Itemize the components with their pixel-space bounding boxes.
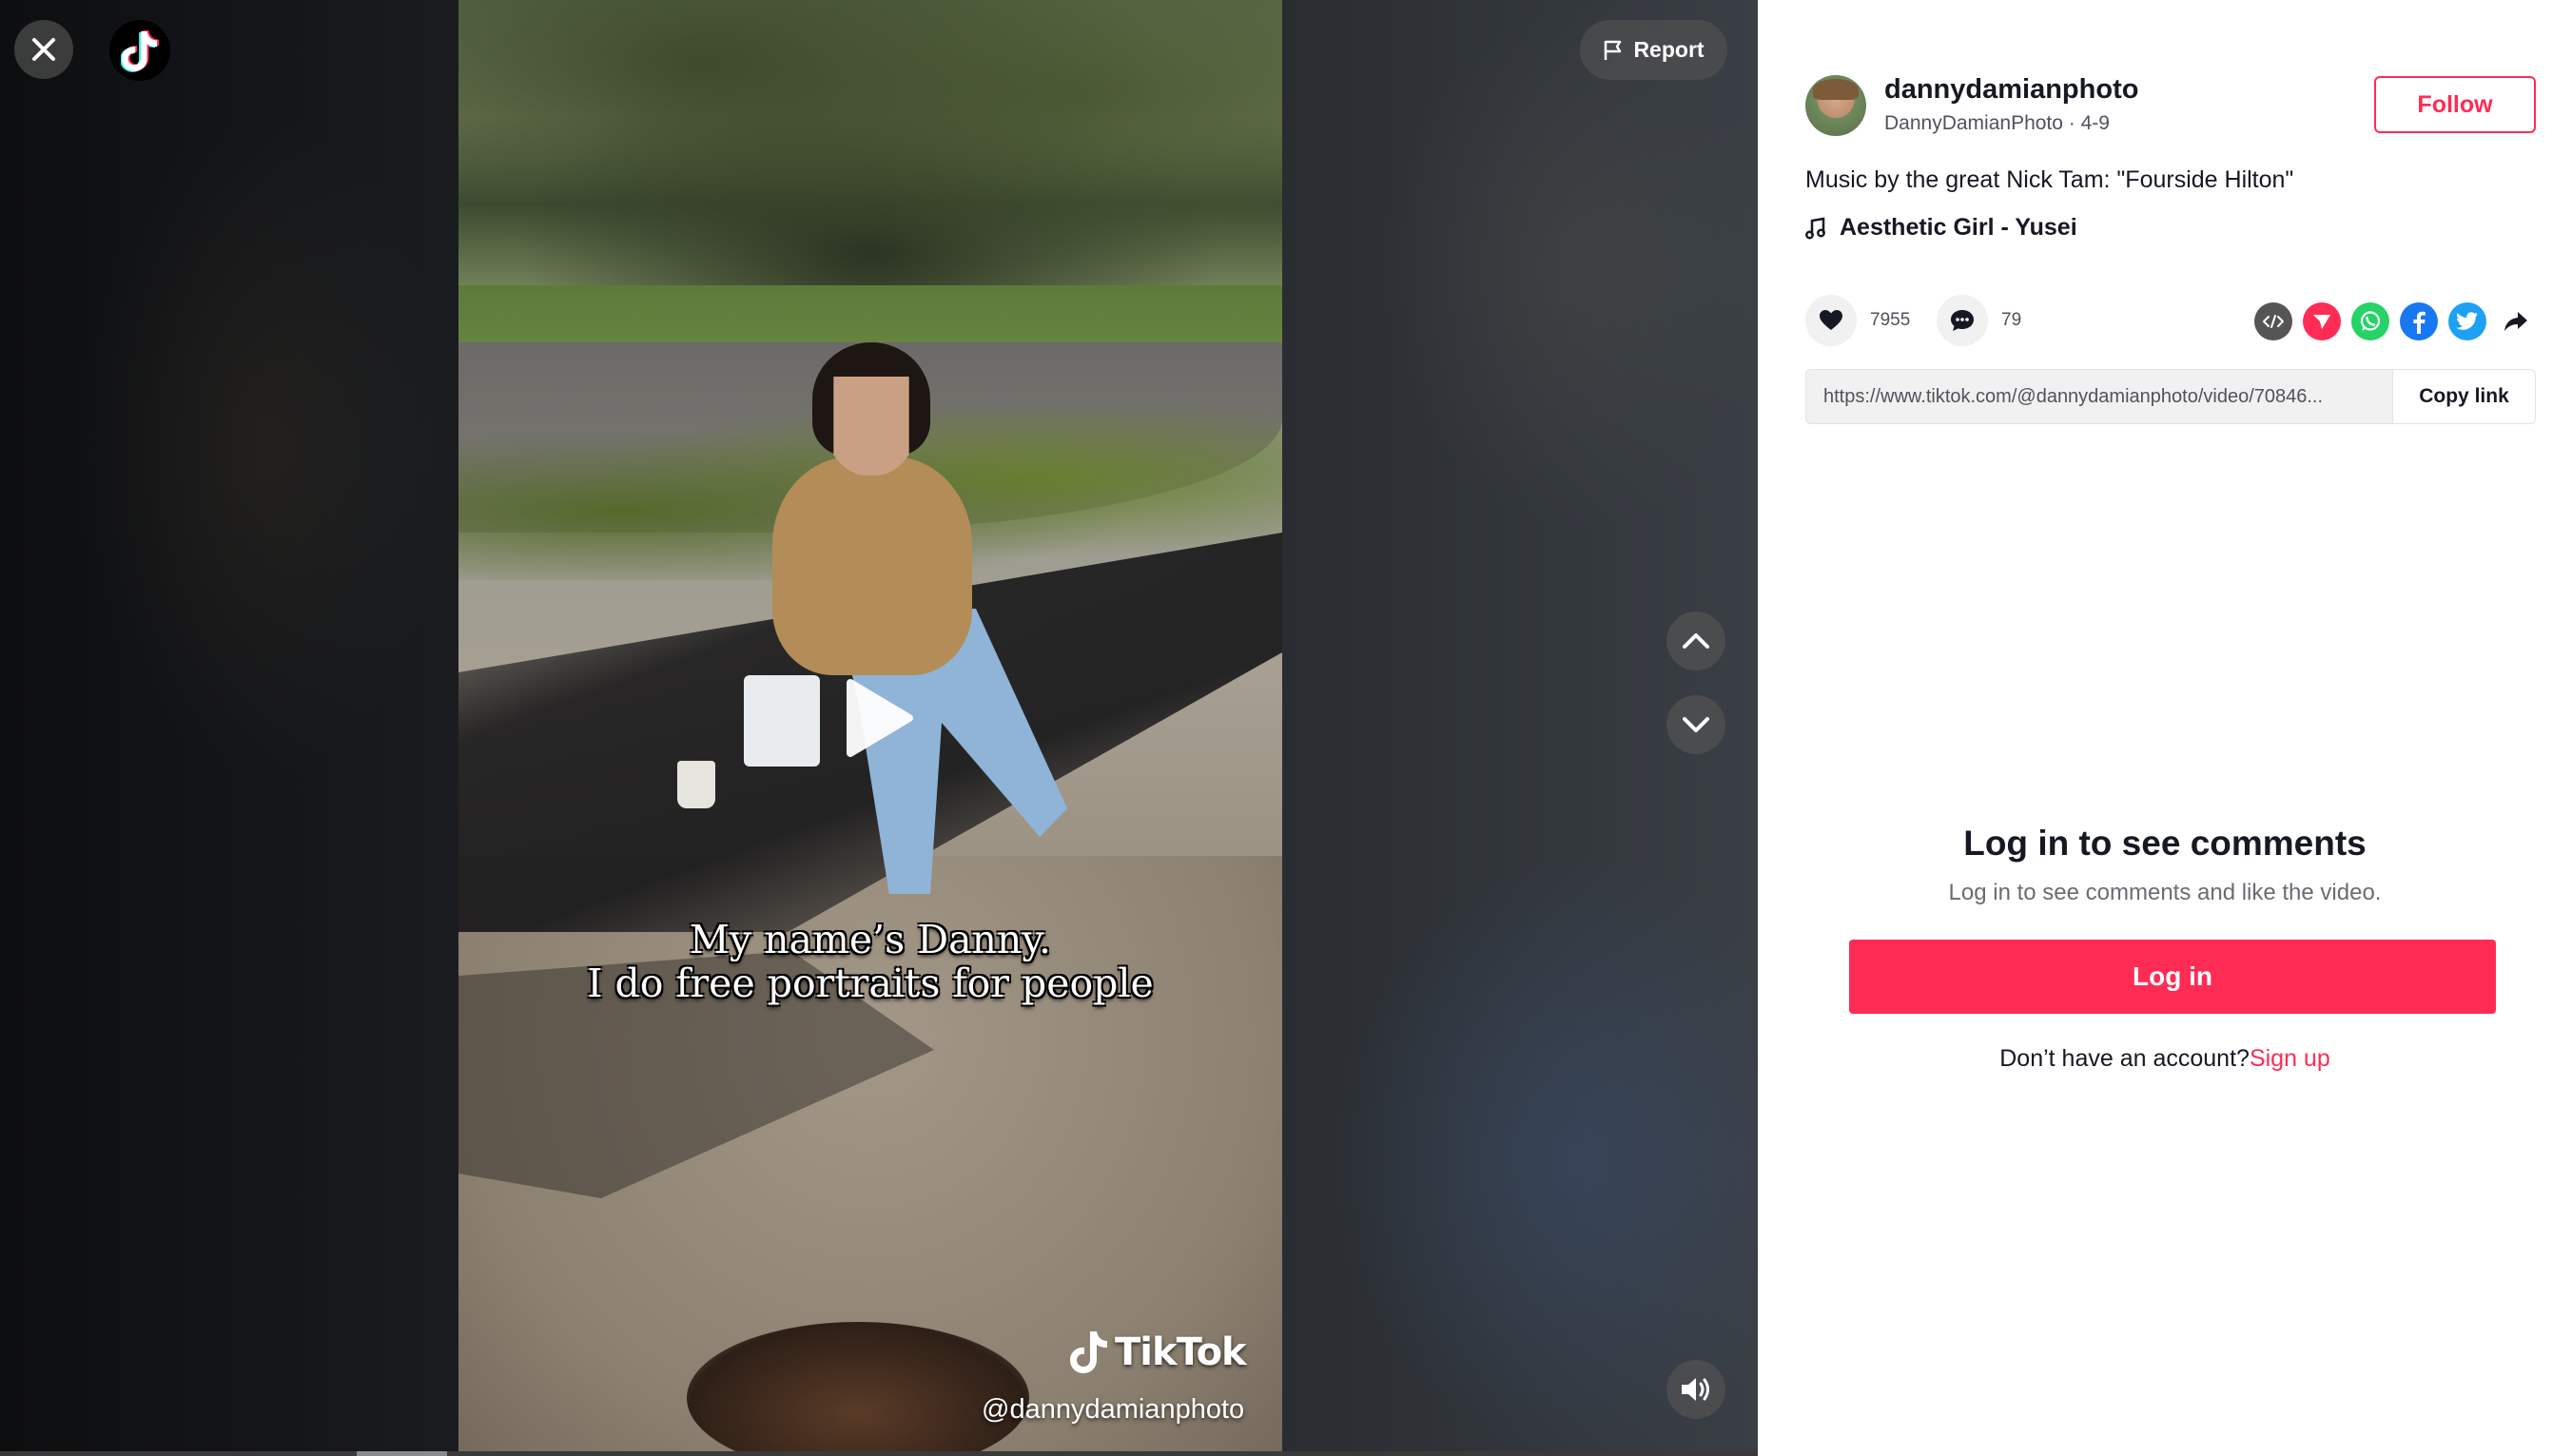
background-blur	[76, 114, 457, 780]
close-icon	[32, 38, 55, 61]
close-button[interactable]	[14, 20, 73, 79]
caption-line: I do free portraits for people	[587, 961, 1154, 1006]
video-scene-cup	[677, 761, 715, 808]
more-share-button[interactable]	[2497, 302, 2535, 340]
report-button[interactable]: Report	[1580, 20, 1727, 80]
avatar-hair	[1813, 79, 1859, 100]
author-subline: DannyDamianPhoto · 4-9	[1884, 112, 2110, 135]
flag-icon	[1605, 40, 1622, 60]
twitter-share-button[interactable]	[2448, 302, 2486, 340]
signup-link[interactable]: Sign up	[2250, 1045, 2330, 1072]
comment-button[interactable]: 79	[1937, 295, 2021, 346]
tiktok-logo-icon	[1070, 1331, 1107, 1373]
chevron-up-icon	[1683, 633, 1709, 649]
heart-icon	[1820, 310, 1842, 330]
embed-button[interactable]	[2254, 302, 2292, 340]
facebook-icon	[2413, 311, 2426, 334]
follow-button[interactable]: Follow	[2374, 76, 2536, 133]
twitter-icon	[2456, 312, 2478, 330]
video-scene-person	[772, 456, 972, 675]
share-link-url[interactable]: https://www.tiktok.com/@dannydamianphoto…	[1806, 370, 2392, 423]
music-note-icon	[1805, 217, 1825, 239]
like-icon-circle	[1805, 295, 1857, 346]
video-scene-bag	[744, 675, 820, 767]
video-info-panel: dannydamianphoto DannyDamianPhoto · 4-9 …	[1758, 0, 2572, 1456]
comment-icon	[1951, 310, 1974, 331]
comments-login-title: Log in to see comments	[1963, 824, 2367, 863]
author-display-name: DannyDamianPhoto	[1884, 112, 2063, 134]
tiktok-home-button[interactable]	[109, 20, 170, 81]
next-video-button[interactable]	[1666, 695, 1725, 754]
video-progress-track[interactable]	[0, 1451, 1758, 1456]
like-count: 7955	[1870, 310, 1911, 330]
signup-prompt: Don’t have an account?Sign up	[1758, 1045, 2572, 1073]
facebook-share-button[interactable]	[2400, 302, 2438, 340]
post-date: 4-9	[2080, 112, 2110, 134]
share-link-box: https://www.tiktok.com/@dannydamianphoto…	[1805, 369, 2536, 424]
background-blur	[1379, 0, 1758, 533]
embed-icon	[2263, 315, 2284, 328]
video-description: Music by the great Nick Tam: "Fourside H…	[1805, 166, 2294, 193]
watermark-brand: TikTok	[1115, 1330, 1247, 1374]
previous-video-button[interactable]	[1666, 612, 1725, 670]
separator-dot: ·	[2068, 112, 2081, 134]
tiktok-watermark: TikTok	[1069, 1330, 1247, 1375]
caption-line: My name’s Danny.	[689, 917, 1052, 962]
copy-link-button[interactable]: Copy link	[2392, 370, 2535, 423]
play-button[interactable]	[841, 675, 917, 761]
chevron-down-icon	[1683, 717, 1709, 732]
video-caption: My name’s Danny. I do free portraits for…	[458, 918, 1282, 1005]
watermark-handle: @dannydamianphoto	[982, 1394, 1245, 1425]
whatsapp-share-button[interactable]	[2351, 302, 2389, 340]
volume-icon	[1682, 1378, 1709, 1401]
author-username[interactable]: dannydamianphoto	[1884, 74, 2138, 106]
report-label: Report	[1633, 37, 1705, 62]
avatar[interactable]	[1805, 75, 1866, 136]
tiktok-logo-icon	[121, 30, 159, 72]
comment-count: 79	[2001, 310, 2022, 330]
comments-login-subtitle: Log in to see comments and like the vide…	[1948, 880, 2382, 905]
share-arrow-icon	[2504, 312, 2527, 331]
video-scene-trees	[458, 0, 1282, 314]
login-button[interactable]: Log in	[1849, 940, 2496, 1014]
video-stage: My name’s Danny. I do free portraits for…	[0, 0, 1758, 1456]
send-to-friends-button[interactable]	[2303, 302, 2341, 340]
whatsapp-icon	[2360, 311, 2381, 331]
volume-button[interactable]	[1666, 1360, 1725, 1419]
play-icon	[847, 679, 913, 757]
comment-icon-circle	[1937, 295, 1988, 346]
video-progress-fill	[357, 1451, 447, 1456]
music-link[interactable]: Aesthetic Girl - Yusei	[1805, 214, 2077, 242]
no-account-text: Don’t have an account?	[1999, 1045, 2250, 1072]
music-title: Aesthetic Girl - Yusei	[1840, 214, 2077, 241]
send-to-friends-icon	[2313, 315, 2330, 329]
like-button[interactable]: 7955	[1805, 295, 1910, 346]
